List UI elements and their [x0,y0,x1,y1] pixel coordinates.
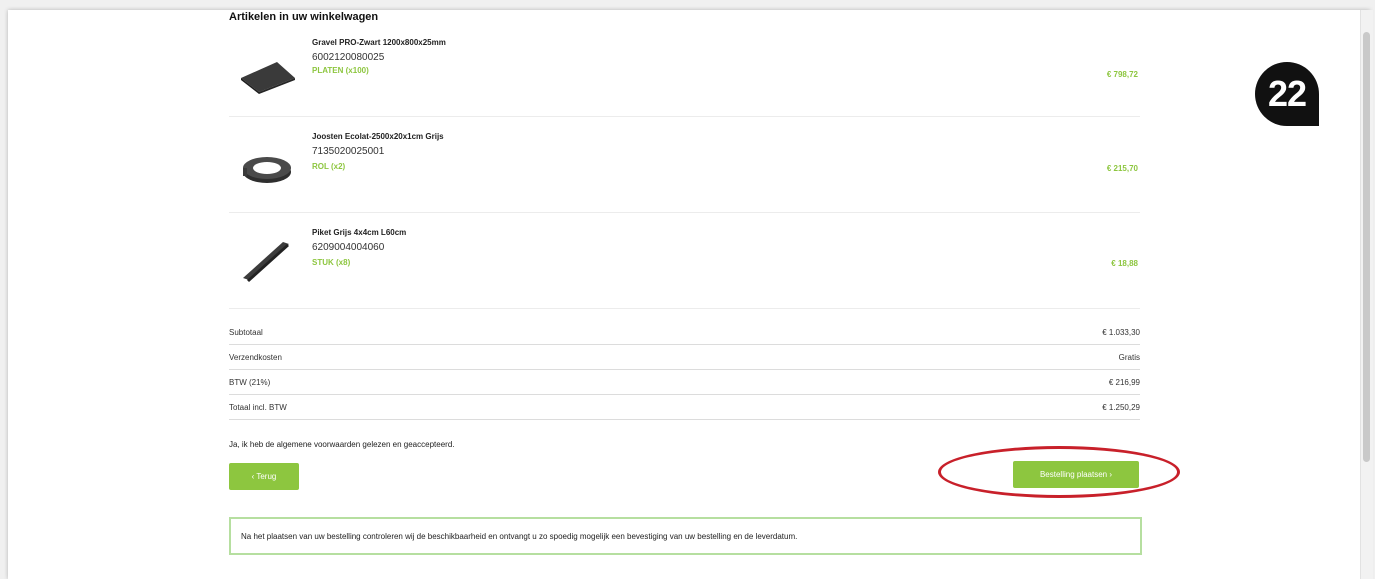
stake-icon [243,242,289,282]
product-name: Joosten Ecolat-2500x20x1cm Grijs [312,132,444,141]
gravel-plate-icon [241,62,295,94]
subtotal-value: € 1.033,30 [1102,328,1140,337]
item-divider [229,308,1140,309]
product-price: € 798,72 [1106,70,1138,79]
scrollbar[interactable] [1360,10,1373,579]
product-price: € 18,88 [1111,259,1138,268]
edging-roll-icon [243,157,291,183]
shipping-label: Verzendkosten [229,353,282,362]
vat-value: € 216,99 [1108,378,1140,387]
cart-item: Piket Grijs 4x4cm L60cm 6209004004060 ST… [229,218,1140,304]
product-unit: ROL (x2) [312,162,346,171]
item-divider [229,116,1140,117]
product-unit: PLATEN (x100) [312,66,369,75]
item-divider [229,212,1140,213]
info-notice-text: Na het plaatsen van uw bestelling contro… [241,532,798,541]
back-button[interactable]: ‹ Terug [229,463,299,490]
vat-row: BTW (21%) € 216,99 [229,370,1140,395]
vat-label: BTW (21%) [229,378,271,387]
step-number-badge: 22 [1255,62,1319,126]
product-name: Gravel PRO-Zwart 1200x800x25mm [312,38,446,47]
total-label: Totaal incl. BTW [229,403,287,412]
product-unit: STUK (x8) [312,258,351,267]
subtotal-label: Subtotaal [229,328,263,337]
cart-title: Artikelen in uw winkelwagen [229,11,379,23]
product-code: 6209004004060 [312,242,385,253]
product-code: 6002120080025 [312,52,385,63]
total-row: Totaal incl. BTW € 1.250,29 [229,395,1140,420]
cart-item: Joosten Ecolat-2500x20x1cm Grijs 7135020… [229,122,1140,208]
terms-acceptance-text[interactable]: Ja, ik heb de algemene voorwaarden gelez… [229,440,455,449]
product-name: Piket Grijs 4x4cm L60cm [312,228,407,237]
shipping-row: Verzendkosten Gratis [229,345,1140,370]
info-notice: Na het plaatsen van uw bestelling contro… [229,517,1142,555]
product-price: € 215,70 [1106,164,1138,173]
cart-item: Gravel PRO-Zwart 1200x800x25mm 600212008… [229,28,1140,114]
shipping-value: Gratis [1118,353,1140,362]
subtotal-row: Subtotaal € 1.033,30 [229,320,1140,345]
scrollbar-thumb[interactable] [1363,32,1370,462]
highlight-circle [938,446,1180,498]
total-value: € 1.250,29 [1102,403,1140,412]
product-code: 7135020025001 [312,146,385,157]
